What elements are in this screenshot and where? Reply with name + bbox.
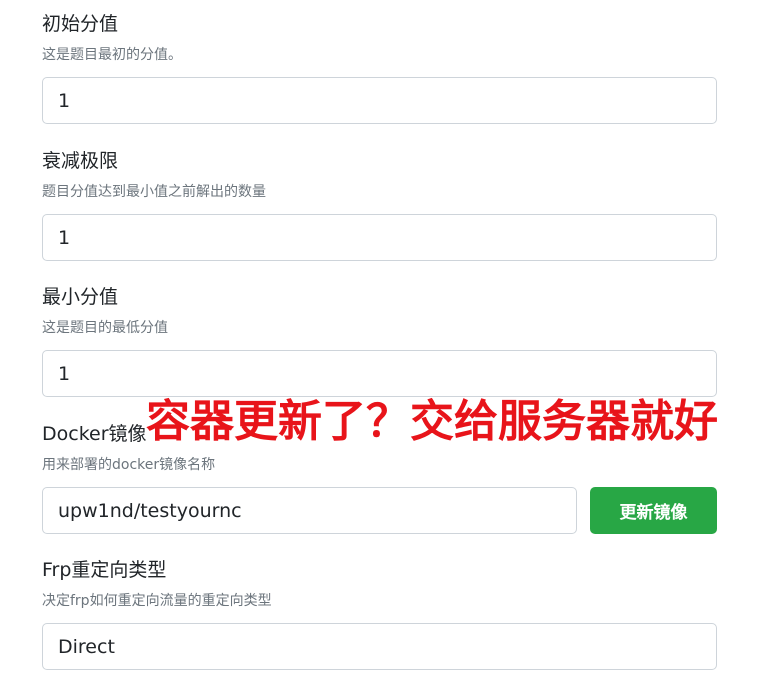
frp-redirect-type-input[interactable]	[42, 623, 717, 670]
decay-limit-label: 衰减极限	[42, 150, 119, 172]
docker-image-help: 用来部署的docker镜像名称	[42, 457, 216, 473]
initial-value-input[interactable]	[42, 77, 717, 124]
minimum-value-help: 这是题目的最低分值	[42, 320, 168, 336]
minimum-value-input[interactable]	[42, 350, 717, 397]
frp-redirect-type-help: 决定frp如何重定向流量的重定向类型	[42, 593, 272, 609]
update-image-button[interactable]: 更新镜像	[590, 487, 717, 534]
overlay-caption: 容器更新了？交给服务器就好	[146, 396, 718, 447]
initial-value-label: 初始分值	[42, 13, 119, 35]
minimum-value-label: 最小分值	[42, 286, 119, 308]
frp-redirect-type-label: Frp重定向类型	[42, 559, 167, 581]
docker-image-label: Docker镜像	[42, 423, 147, 445]
docker-image-input[interactable]	[42, 487, 577, 534]
decay-limit-help: 题目分值达到最小值之前解出的数量	[42, 184, 266, 200]
decay-limit-input[interactable]	[42, 214, 717, 261]
initial-value-help: 这是题目最初的分值。	[42, 47, 182, 63]
